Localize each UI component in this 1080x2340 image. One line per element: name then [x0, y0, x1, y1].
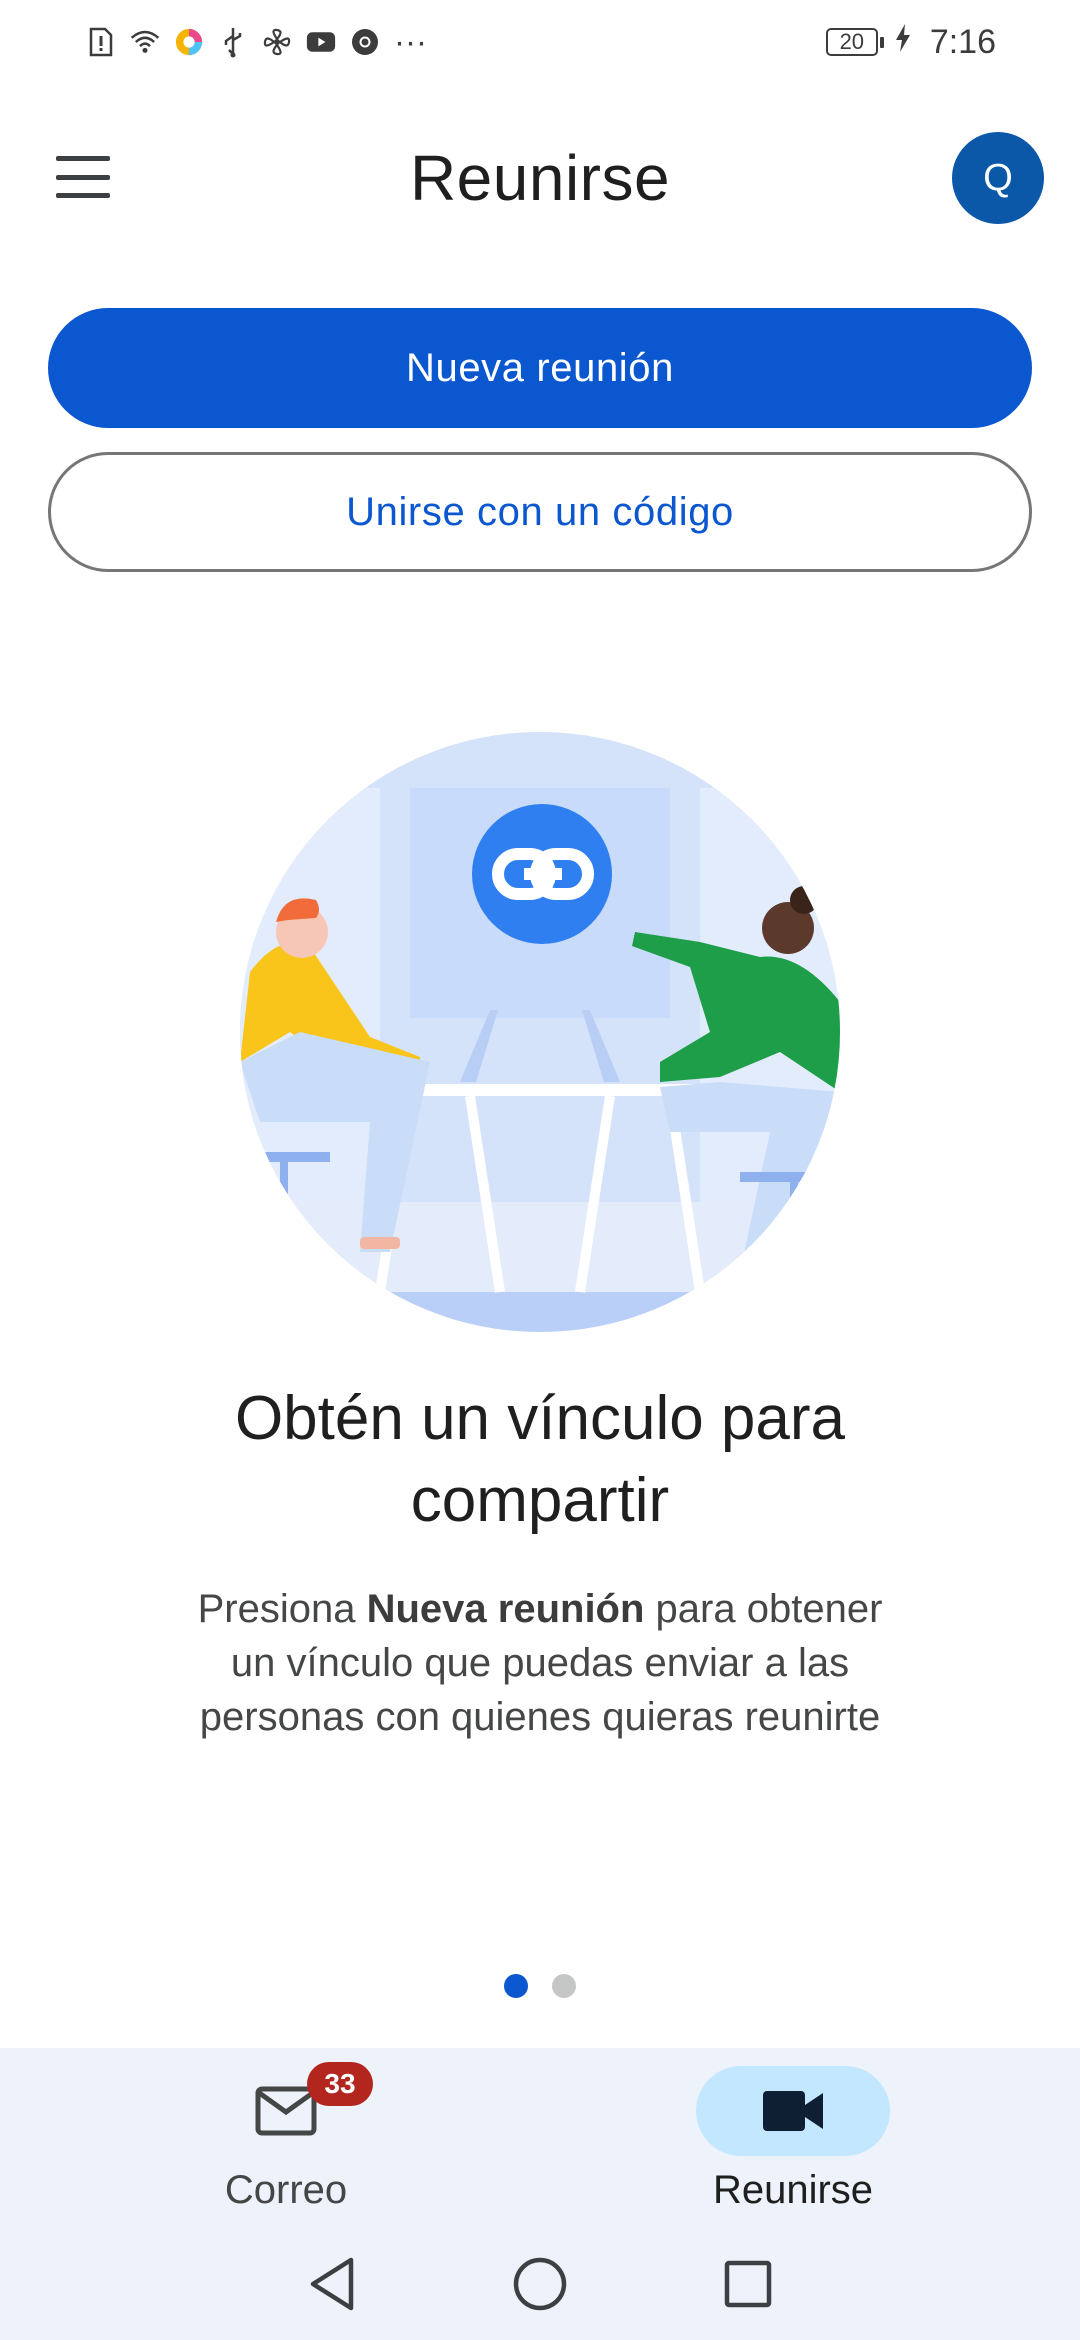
alert-file-icon — [86, 27, 116, 57]
page-dot-1[interactable] — [504, 1974, 528, 1998]
body-bold: Nueva reunión — [366, 1587, 645, 1631]
share-link-illustration — [240, 732, 840, 1332]
status-system: 20 7:16 — [825, 22, 996, 62]
new-meeting-button[interactable]: Nueva reunión — [48, 308, 1032, 428]
nav-pill-meet — [696, 2066, 890, 2156]
charging-bolt-icon — [894, 23, 912, 61]
battery-indicator: 20 — [825, 28, 884, 56]
page-dot-2[interactable] — [552, 1974, 576, 1998]
status-icons: ··· — [86, 23, 427, 61]
nav-label-meet: Reunirse — [712, 2168, 874, 2212]
system-navigation — [0, 2228, 1080, 2340]
avatar[interactable]: Q — [952, 132, 1044, 224]
page-indicator — [0, 1974, 1080, 1998]
fan-icon — [262, 27, 292, 57]
status-bar: ··· 20 7:16 — [0, 0, 1080, 84]
onboarding-headline: Obtén un vínculo para compartir — [234, 1384, 846, 1535]
app-bar: Reunirse Q — [0, 120, 1080, 236]
home-icon[interactable] — [510, 2254, 570, 2314]
video-camera-icon — [763, 2091, 823, 2131]
body-prefix: Presiona — [197, 1587, 367, 1631]
page-title: Reunirse — [409, 142, 671, 214]
status-time: 7:16 — [929, 22, 996, 61]
onboarding-body: Presiona Nueva reunión para obtener un v… — [170, 1582, 910, 1744]
more-notifications-indicator: ··· — [394, 23, 427, 60]
recents-icon[interactable] — [718, 2254, 778, 2314]
join-with-code-button[interactable]: Unirse con un código — [48, 452, 1032, 572]
nav-pill-mail: 33 — [189, 2062, 383, 2156]
chrome-icon — [350, 27, 380, 57]
back-icon[interactable] — [302, 2254, 362, 2314]
wifi-icon — [130, 27, 160, 57]
mail-icon — [255, 2086, 317, 2136]
nav-label-mail: Correo — [224, 2168, 348, 2212]
menu-icon[interactable] — [56, 156, 112, 198]
unread-count-badge: 33 — [307, 2062, 373, 2106]
app-color-icon — [174, 27, 204, 57]
youtube-icon — [306, 27, 336, 57]
usb-icon — [218, 27, 248, 58]
